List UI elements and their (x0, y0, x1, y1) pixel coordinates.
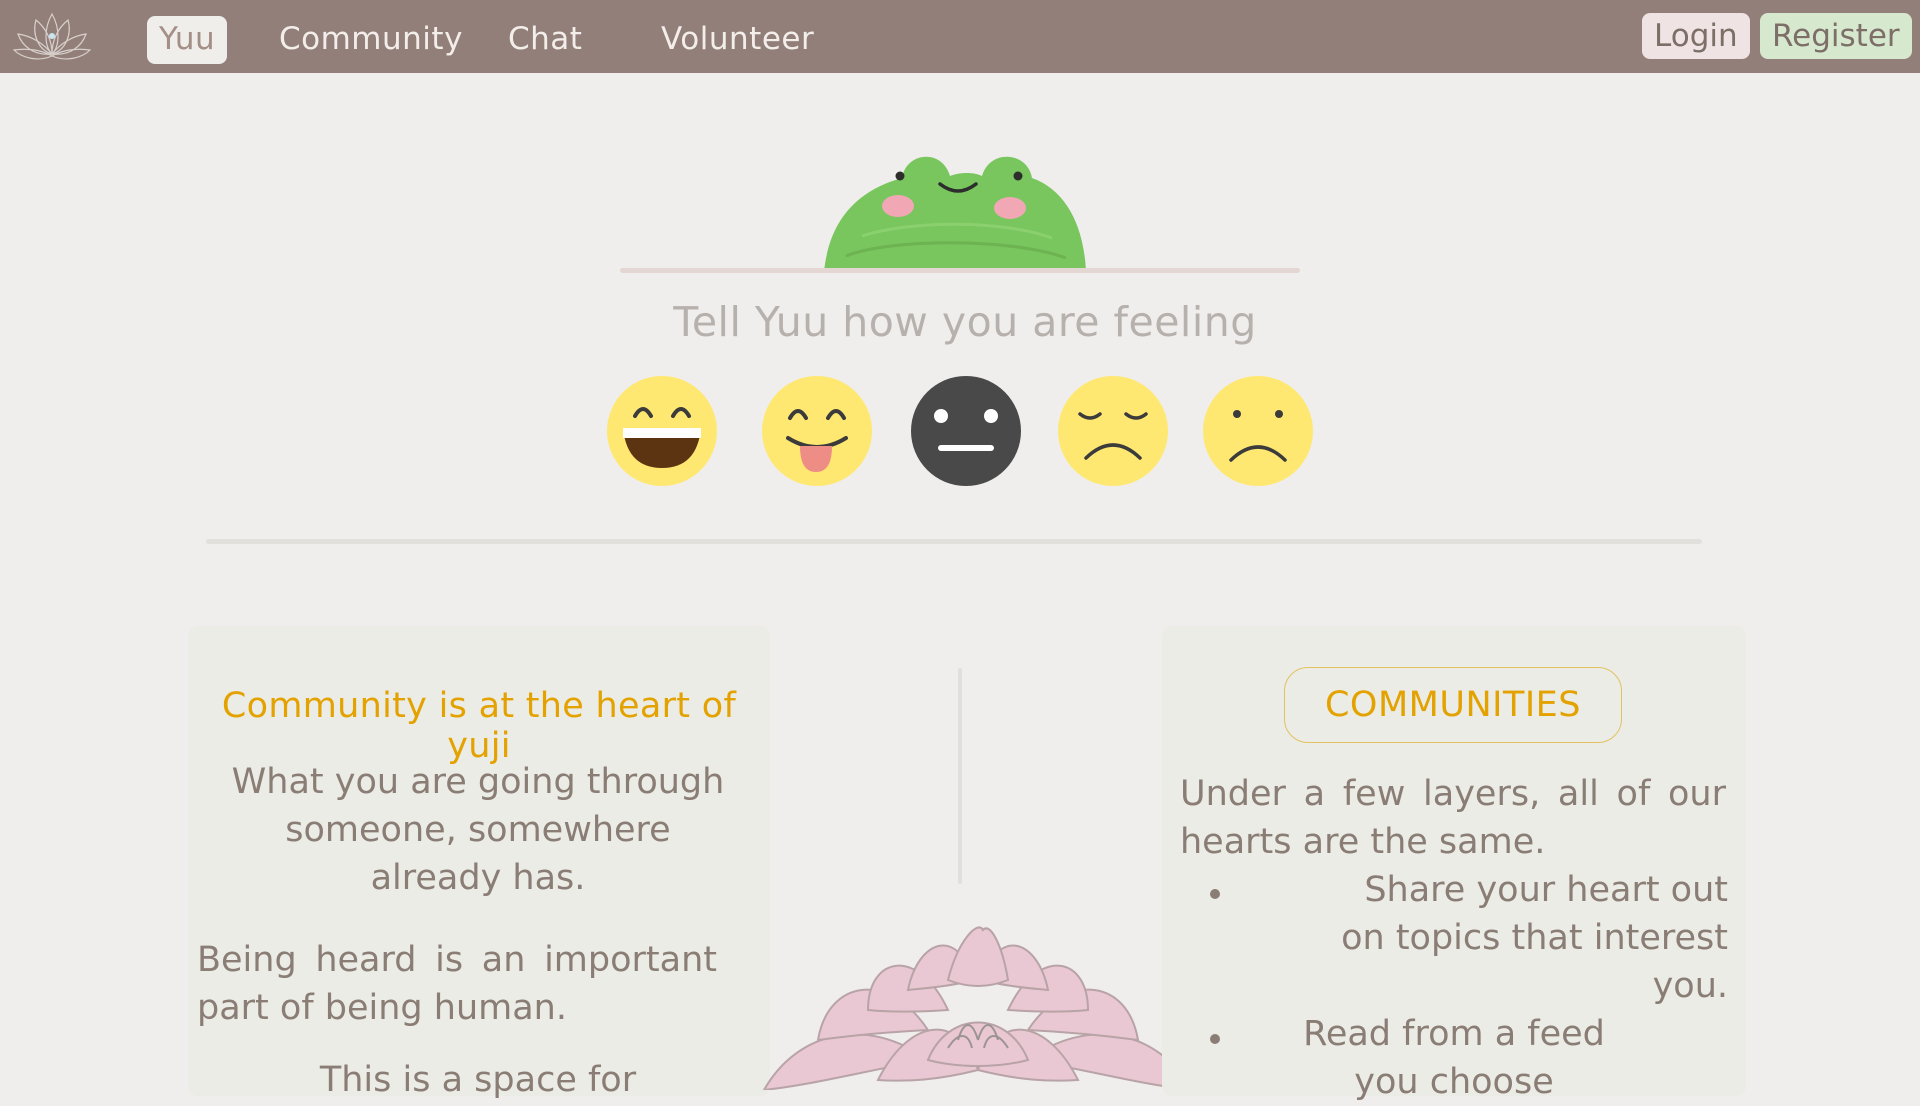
community-text-2: Being heard is an important part of bein… (197, 940, 717, 1028)
section-divider (206, 539, 1702, 544)
lotus-logo-icon[interactable] (10, 6, 94, 66)
communities-card: COMMUNITIES Under a few layers, all of o… (1162, 626, 1746, 1102)
bullet-dot (1210, 1034, 1220, 1044)
frown-face-icon[interactable] (1203, 376, 1313, 486)
happy-tongue-face-icon[interactable] (762, 376, 872, 486)
communities-button[interactable]: COMMUNITIES (1284, 667, 1622, 743)
frog-shelf-line (620, 268, 1300, 273)
nav-link-community[interactable]: Community (279, 16, 463, 64)
community-text-3: This is a space for (319, 1060, 637, 1100)
communities-bullet-2: Read from a feed you choose (1303, 1014, 1605, 1102)
communities-intro: Under a few layers, all of our hearts ar… (1180, 774, 1726, 862)
very-happy-face-icon[interactable] (607, 376, 717, 486)
communities-bullet-1: Share your heart out on topics that inte… (1341, 870, 1728, 1006)
community-info-card: Community is at the heart of yuji What y… (188, 626, 770, 1100)
vertical-divider (958, 668, 962, 884)
nav-link-chat[interactable]: Chat (508, 16, 582, 64)
register-button[interactable]: Register (1760, 13, 1912, 59)
nav-link-volunteer[interactable]: Volunteer (661, 16, 814, 64)
bullet-dot (1210, 889, 1220, 899)
community-text-1: What you are going through someone, some… (231, 762, 725, 898)
neutral-face-icon[interactable] (911, 376, 1021, 486)
sad-face-icon[interactable] (1058, 376, 1168, 486)
login-button[interactable]: Login (1642, 13, 1750, 59)
nav-link-yuu[interactable]: Yuu (147, 16, 228, 64)
top-nav-bar: Yuu Community Chat Volunteer Login Regis… (0, 0, 1920, 73)
frog-mascot-icon (824, 156, 1086, 272)
lotus-flower-icon (762, 926, 1194, 1090)
mood-prompt: Tell Yuu how you are feeling (673, 298, 1257, 346)
community-heading: Community is at the heart of yuji (221, 686, 737, 766)
